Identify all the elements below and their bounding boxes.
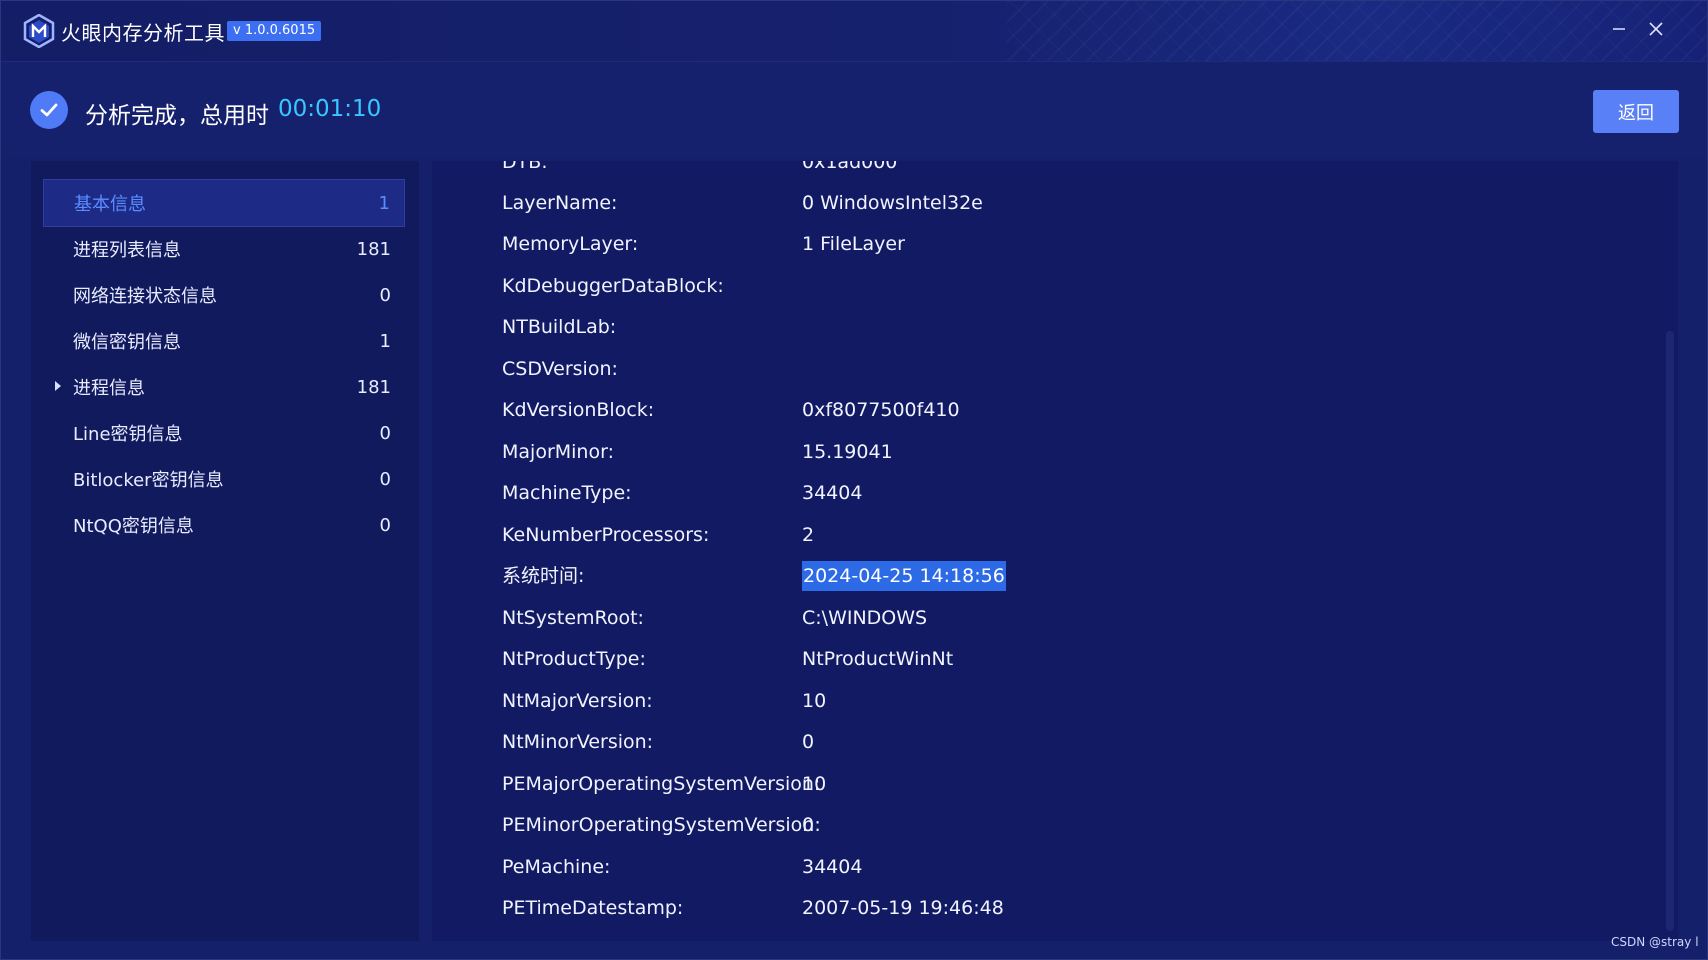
- detail-row: KdVersionBlock: 0xf8077500f410: [502, 395, 1402, 425]
- detail-value[interactable]: NtProductWinNt: [802, 644, 953, 674]
- detail-value[interactable]: C:\WINDOWS: [802, 603, 927, 633]
- detail-value[interactable]: 34404: [802, 478, 862, 508]
- status-bar: 分析完成，总用时 00:01:10 返回: [1, 62, 1707, 158]
- detail-value[interactable]: 0 WindowsIntel32e: [802, 188, 983, 218]
- detail-value[interactable]: 2: [802, 520, 814, 550]
- detail-value[interactable]: 0: [802, 810, 814, 840]
- detail-key: MachineType:: [502, 482, 632, 504]
- detail-row: KeNumberProcessors: 2: [502, 520, 1402, 550]
- detail-key: DTB:: [502, 161, 548, 173]
- detail-key: PETimeDatestamp:: [502, 897, 684, 919]
- sidebar-item-count: 0: [379, 468, 391, 490]
- minimize-icon: [1613, 28, 1625, 30]
- sidebar-item-count: 0: [379, 514, 391, 536]
- version-badge: v 1.0.0.6015: [227, 21, 322, 41]
- details-panel[interactable]: DTB: 0x1ad000 LayerName: 0 WindowsIntel32e…: [432, 161, 1678, 941]
- sidebar-item-count: 1: [378, 192, 390, 214]
- sidebar-item-label: 进程信息: [73, 378, 145, 399]
- detail-key: LayerName:: [502, 192, 618, 214]
- detail-key: NTBuildLab:: [502, 316, 617, 338]
- detail-row: KdDebuggerDataBlock:: [502, 271, 1402, 301]
- vertical-scrollbar[interactable]: [1666, 331, 1674, 931]
- detail-key: CSDVersion:: [502, 358, 618, 380]
- sidebar-item-basic-info[interactable]: 基本信息 1: [43, 179, 405, 227]
- detail-value[interactable]: 10: [802, 686, 826, 716]
- detail-row: PeMachine: 34404: [502, 852, 1402, 882]
- sidebar-item-label: 进程列表信息: [73, 240, 181, 261]
- detail-row: PEMajorOperatingSystemVersion: 10: [502, 769, 1402, 799]
- detail-value[interactable]: 0xf8077500f410: [802, 395, 960, 425]
- detail-key: KdDebuggerDataBlock:: [502, 275, 724, 297]
- sidebar-item-label: NtQQ密钥信息: [73, 516, 194, 537]
- detail-row: MemoryLayer: 1 FileLayer: [502, 229, 1402, 259]
- detail-key: NtProductType:: [502, 648, 646, 670]
- sidebar-item-label: Bitlocker密钥信息: [73, 470, 224, 491]
- app-title: 火眼内存分析工具: [61, 21, 225, 45]
- detail-row: PEMinorOperatingSystemVersion: 0: [502, 810, 1402, 840]
- title-bar-decoration: [1007, 1, 1707, 61]
- status-message: 分析完成，总用时: [85, 103, 269, 129]
- detail-key: NtMinorVersion:: [502, 731, 654, 753]
- detail-key: KdVersionBlock:: [502, 399, 655, 421]
- sidebar-item-count: 1: [379, 330, 391, 352]
- detail-row: NtSystemRoot: C:\WINDOWS: [502, 603, 1402, 633]
- sidebar: 基本信息 1 进程列表信息 181 网络连接状态信息 0 微信密钥信息 1 进程…: [31, 161, 419, 941]
- sidebar-item-network[interactable]: 网络连接状态信息 0: [43, 271, 405, 319]
- detail-row: NtMinorVersion: 0: [502, 727, 1402, 757]
- sidebar-item-count: 0: [379, 422, 391, 444]
- detail-value-selected[interactable]: 2024-04-25 14:18:56: [802, 561, 1006, 591]
- sidebar-item-process-list[interactable]: 进程列表信息 181: [43, 225, 405, 273]
- sidebar-item-label: 基本信息: [74, 194, 146, 215]
- sidebar-item-bitlocker-key[interactable]: Bitlocker密钥信息 0: [43, 455, 405, 503]
- detail-value[interactable]: 10: [802, 769, 826, 799]
- detail-value[interactable]: 1 FileLayer: [802, 229, 905, 259]
- sidebar-item-ntqq-key[interactable]: NtQQ密钥信息 0: [43, 501, 405, 549]
- detail-row: 系统时间: 2024-04-25 14:18:56: [502, 561, 1402, 591]
- detail-value[interactable]: 34404: [802, 852, 862, 882]
- back-button[interactable]: 返回: [1593, 90, 1679, 133]
- detail-row: PETimeDatestamp: 2007-05-19 19:46:48: [502, 893, 1402, 923]
- detail-row: LayerName: 0 WindowsIntel32e: [502, 188, 1402, 218]
- app-logo-icon: [23, 13, 55, 49]
- sidebar-item-label: Line密钥信息: [73, 424, 183, 445]
- detail-row: DTB: 0x1ad000: [502, 161, 1402, 177]
- detail-row: NtProductType: NtProductWinNt: [502, 644, 1402, 674]
- close-icon: [1649, 22, 1663, 36]
- sidebar-item-wechat-key[interactable]: 微信密钥信息 1: [43, 317, 405, 365]
- detail-key: KeNumberProcessors:: [502, 524, 710, 546]
- check-circle-icon: [30, 91, 68, 129]
- detail-value[interactable]: 15.19041: [802, 437, 893, 467]
- detail-key: 系统时间:: [502, 565, 585, 587]
- detail-key: PEMinorOperatingSystemVersion:: [502, 814, 821, 836]
- elapsed-time: 00:01:10: [278, 96, 382, 122]
- detail-key: PEMajorOperatingSystemVersion:: [502, 773, 821, 795]
- detail-row: CSDVersion:: [502, 354, 1402, 384]
- detail-key: NtMajorVersion:: [502, 690, 653, 712]
- detail-value[interactable]: 0x1ad000: [802, 161, 897, 177]
- sidebar-item-line-key[interactable]: Line密钥信息 0: [43, 409, 405, 457]
- detail-value[interactable]: 0: [802, 727, 814, 757]
- detail-key: MajorMinor:: [502, 441, 614, 463]
- close-button[interactable]: [1642, 15, 1670, 43]
- minimize-button[interactable]: [1605, 15, 1633, 43]
- detail-row: NtMajorVersion: 10: [502, 686, 1402, 716]
- detail-key: PeMachine:: [502, 856, 611, 878]
- expand-arrow-icon[interactable]: [55, 381, 61, 391]
- detail-key: NtSystemRoot:: [502, 607, 644, 629]
- detail-value[interactable]: 2007-05-19 19:46:48: [802, 893, 1004, 923]
- sidebar-item-count: 0: [379, 284, 391, 306]
- watermark: CSDN @stray l: [1611, 935, 1699, 949]
- detail-row: MachineType: 34404: [502, 478, 1402, 508]
- app-window: 火眼内存分析工具 v 1.0.0.6015 分析完成，总用时 00:01:10 …: [0, 0, 1708, 960]
- sidebar-item-label: 网络连接状态信息: [73, 286, 217, 307]
- sidebar-item-process-info[interactable]: 进程信息 181: [43, 363, 405, 411]
- title-bar[interactable]: 火眼内存分析工具 v 1.0.0.6015: [1, 1, 1707, 62]
- detail-key: MemoryLayer:: [502, 233, 639, 255]
- sidebar-item-label: 微信密钥信息: [73, 332, 181, 353]
- sidebar-item-count: 181: [356, 376, 391, 398]
- detail-row: MajorMinor: 15.19041: [502, 437, 1402, 467]
- detail-row: NTBuildLab:: [502, 312, 1402, 342]
- sidebar-item-count: 181: [356, 238, 391, 260]
